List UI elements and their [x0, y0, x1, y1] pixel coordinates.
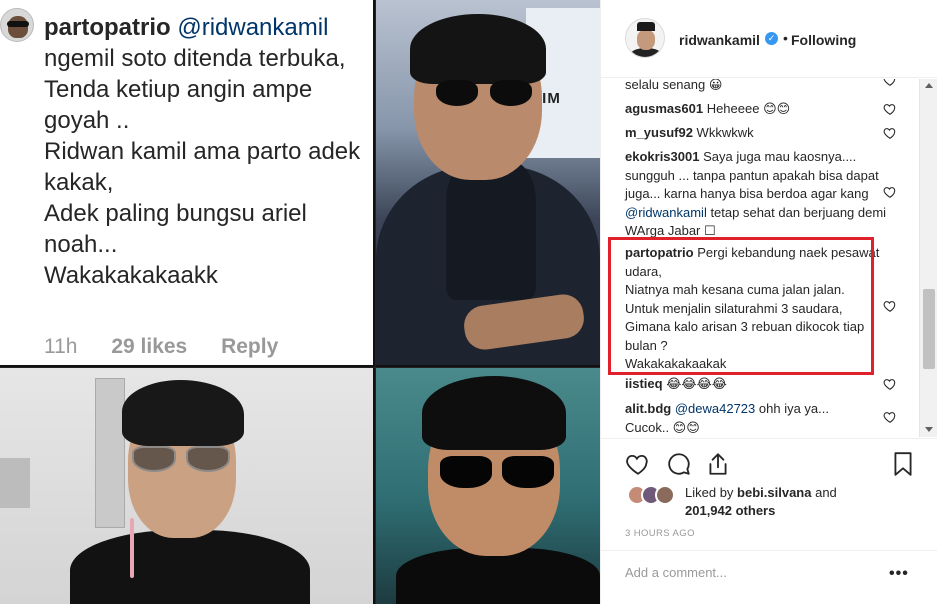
- comment-username[interactable]: agusmas601: [625, 101, 703, 116]
- scroll-up-arrow-icon[interactable]: [925, 83, 933, 88]
- likes-user-link[interactable]: bebi.silvana: [737, 485, 811, 500]
- comment-text: Wkkwkwk: [696, 125, 754, 140]
- separator-dot: •: [783, 30, 788, 46]
- door: [95, 378, 125, 528]
- sunglasses: [440, 456, 556, 490]
- hair: [422, 376, 566, 450]
- share-icon[interactable]: [705, 451, 731, 477]
- comment-item: agusmas601 Heheeee 😊😊: [625, 100, 891, 119]
- scrollbar-thumb[interactable]: [923, 289, 935, 369]
- comment-like-heart-icon[interactable]: [883, 299, 897, 313]
- post-header: ridwankamil ✓ • Following: [601, 0, 937, 78]
- screenshot-comment-text: partopatrio @ridwankamil ngemil soto dit…: [44, 12, 372, 291]
- hair: [122, 380, 244, 446]
- jacket: [396, 548, 600, 604]
- comment-icon[interactable]: [666, 451, 692, 477]
- photo-collage: partopatrio @ridwankamil ngemil soto dit…: [0, 0, 600, 604]
- shirt: [70, 530, 310, 604]
- verified-badge-icon: ✓: [765, 32, 778, 45]
- likes-text: Liked by bebi.silvana and 201,942 others: [685, 484, 935, 520]
- comment-username[interactable]: iistieq: [625, 376, 663, 391]
- add-comment-input[interactable]: Add a comment...: [625, 565, 875, 580]
- hair: [410, 14, 546, 84]
- screenshot-comment-username: partopatrio: [44, 14, 171, 41]
- likes-prefix: Liked by: [685, 485, 734, 500]
- liker-avatar[interactable]: [655, 485, 675, 505]
- earphone-cable: [130, 518, 134, 578]
- sunglasses: [132, 446, 232, 472]
- comment-item: iistieq 😂😂😂😂: [625, 375, 891, 394]
- screenshot-comment-likes: 29 likes: [111, 335, 188, 358]
- photo-parto: [376, 368, 600, 604]
- comment-like-heart-icon[interactable]: [883, 185, 897, 199]
- comment-text: 😂😂😂😂: [666, 376, 727, 391]
- more-options-icon[interactable]: •••: [889, 565, 909, 583]
- comment-like-heart-icon[interactable]: [883, 102, 897, 116]
- bookmark-icon[interactable]: [890, 451, 916, 477]
- red-highlight-box: [608, 237, 874, 375]
- following-button[interactable]: Following: [791, 32, 856, 48]
- scroll-down-arrow-icon[interactable]: [925, 427, 933, 432]
- comment-username[interactable]: alit.bdg: [625, 401, 671, 416]
- notice-board: [0, 458, 30, 508]
- screenshot-comment-mention: @ridwankamil: [177, 14, 329, 41]
- commenter-avatar: [0, 8, 34, 42]
- likes-count-link[interactable]: 201,942 others: [685, 503, 775, 518]
- comment-like-heart-icon[interactable]: [883, 377, 897, 391]
- screenshot-comment-time: 11h: [44, 335, 78, 358]
- post-timestamp[interactable]: 3 HOURS AGO: [625, 528, 695, 539]
- author-avatar[interactable]: [625, 18, 665, 58]
- comment-item: alit.bdg @dewa42723 ohh iya ya... Cucok.…: [625, 400, 891, 437]
- likes-conj: and: [815, 485, 837, 500]
- comment-item: selalu senang 😀: [625, 79, 891, 95]
- author-username[interactable]: ridwankamil: [679, 32, 760, 48]
- photo-ariel: [0, 368, 375, 604]
- add-comment-bar: Add a comment... •••: [601, 550, 937, 604]
- comments-scrollbar[interactable]: [919, 79, 937, 437]
- comment-username[interactable]: ekokris3001: [625, 149, 699, 164]
- comment-item: ekokris3001 Saya juga mau kaosnya.... su…: [625, 148, 891, 241]
- screenshot-comment-meta: 11h 29 likes Reply: [44, 335, 306, 359]
- scarf: [446, 160, 536, 300]
- comment-item: m_yusuf92 Wkkwkwk: [625, 124, 891, 143]
- comment-username[interactable]: m_yusuf92: [625, 125, 693, 140]
- comment-like-heart-icon[interactable]: [883, 79, 897, 87]
- screenshot-comment-reply: Reply: [221, 335, 279, 358]
- like-heart-icon[interactable]: [625, 451, 651, 477]
- comment-text: Heheeee 😊😊: [706, 101, 791, 116]
- likes-summary: Liked by bebi.silvana and 201,942 others: [601, 480, 937, 520]
- sunglasses: [436, 80, 546, 108]
- photo-ridwan-kamil: TIM: [376, 0, 600, 367]
- comment-like-heart-icon[interactable]: [883, 410, 897, 424]
- comment-like-heart-icon[interactable]: [883, 126, 897, 140]
- screenshot-comment-body: ngemil soto ditenda terbuka, Tenda ketiu…: [44, 45, 361, 289]
- comment-mention[interactable]: @dewa42723: [675, 401, 755, 416]
- comment-text: selalu senang 😀: [625, 79, 723, 92]
- comment-screenshot-panel: partopatrio @ridwankamil ngemil soto dit…: [0, 0, 375, 367]
- comment-mention[interactable]: @ridwankamil: [625, 205, 707, 220]
